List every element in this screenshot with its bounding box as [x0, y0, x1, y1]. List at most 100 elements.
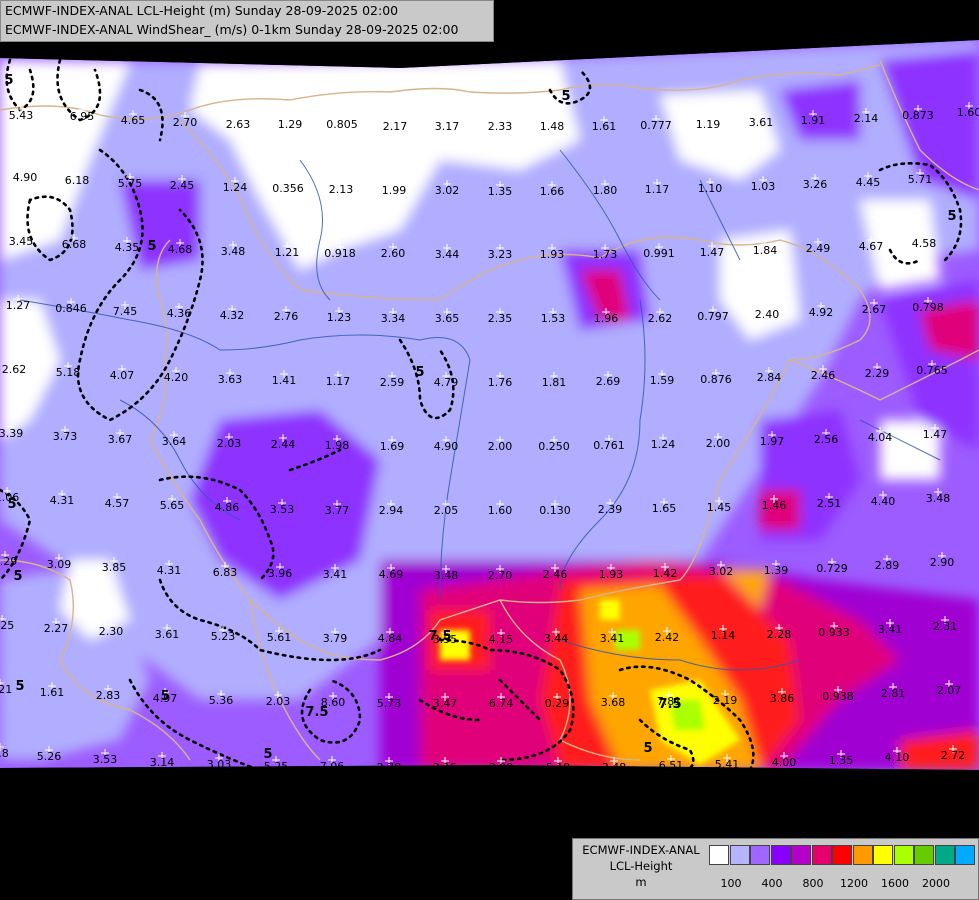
grid-value-label: 3.44: [435, 248, 460, 261]
grid-value-label: 0.761: [593, 439, 625, 452]
grid-value-label: 3.53: [270, 503, 295, 516]
contour-label: 5: [561, 89, 570, 104]
grid-value-label: 0.846: [55, 302, 87, 315]
grid-value-label: 4.90: [13, 171, 38, 184]
grid-value-label: 4.58: [912, 237, 937, 250]
grid-value-label: 2.45: [170, 179, 195, 192]
grid-value-label: 3.34: [381, 312, 406, 325]
grid-value-label: 4.67: [859, 240, 884, 253]
grid-value-label: 2.07: [937, 684, 962, 697]
grid-value-label: 3.96: [268, 567, 293, 580]
grid-value-label: 4.90: [434, 440, 459, 453]
grid-value-label: 2.60: [381, 247, 406, 260]
grid-value-label: 5.10: [546, 761, 571, 774]
grid-value-label: 1.14: [711, 629, 736, 642]
grid-value-label: 3.86: [770, 692, 795, 705]
grid-value-label: 2.49: [806, 242, 831, 255]
grid-value-label: 1.47: [700, 246, 725, 259]
grid-value-label: 4.31: [157, 564, 182, 577]
grid-value-label: 1.17: [645, 183, 670, 196]
grid-value-label: 3.61: [749, 116, 774, 129]
grid-value-label: 3.79: [323, 632, 348, 645]
grid-value-label: 4.31: [50, 494, 75, 507]
grid-value-label: 1.81: [542, 376, 567, 389]
grid-value-label: 1.66: [540, 185, 565, 198]
contour-label: 5: [15, 679, 24, 694]
contour-label: 5: [7, 497, 16, 512]
grid-value-label: 2.69: [596, 375, 621, 388]
grid-value-label: 2.70: [173, 116, 198, 129]
grid-value-label: 3.85: [102, 561, 127, 574]
grid-value-label: 3.77: [325, 504, 350, 517]
contour-label: 5: [147, 239, 156, 254]
grid-value-label: 2.63: [226, 118, 251, 131]
grid-value-label: 0.729: [816, 562, 848, 575]
grid-value-label: 1.23: [327, 311, 352, 324]
legend-swatch: [914, 845, 934, 865]
grid-value-label: 2.42: [655, 631, 680, 644]
grid-value-label: 4.10: [885, 751, 910, 764]
grid-value-label: 2.19: [713, 694, 738, 707]
grid-value-label: 1.76: [488, 376, 513, 389]
legend-swatch: [729, 845, 750, 865]
grid-value-label: 1.19: [696, 118, 721, 131]
grid-value-label: 1.84: [753, 244, 778, 257]
grid-value-label: 1.73: [593, 248, 618, 261]
grid-value-label: 0.933: [818, 626, 850, 639]
grid-value-label: 1.35: [829, 754, 854, 767]
legend-tick-label: 1600: [881, 877, 909, 890]
grid-value-label: 4.40: [871, 495, 896, 508]
grid-value-label: 1.93: [540, 248, 565, 261]
grid-value-label: 2.76: [274, 310, 299, 323]
grid-value-label: 4.36: [167, 307, 192, 320]
grid-value-label: 2.29: [865, 367, 890, 380]
grid-value-label: 3.67: [108, 433, 133, 446]
grid-value-label: 1.91: [801, 114, 826, 127]
grid-value-label: 0.356: [272, 182, 304, 195]
grid-value-label: 3.39: [0, 427, 23, 440]
grid-value-label: 2.46: [543, 568, 568, 581]
grid-value-label: 1.35: [488, 185, 513, 198]
grid-value-label: 1.69: [380, 440, 405, 453]
grid-value-label: 5.43: [9, 109, 34, 122]
grid-value-label: 3.41: [323, 568, 348, 581]
grid-value-label: 1.46: [762, 499, 787, 512]
grid-value-label: 2.89: [875, 559, 900, 572]
grid-value-label: 0.873: [902, 109, 934, 122]
grid-value-label: 1.47: [923, 428, 948, 441]
grid-value-label: 5.61: [267, 631, 292, 644]
grid-value-label: 0.765: [916, 364, 948, 377]
legend-swatch: [934, 845, 955, 865]
grid-value-label: 1.03: [751, 180, 776, 193]
grid-value-label: 1.17: [326, 375, 351, 388]
grid-value-label: 6.95: [70, 110, 95, 123]
grid-value-label: 1.41: [272, 374, 297, 387]
grid-value-label: 0.938: [822, 690, 854, 703]
grid-value-label: 6.68: [62, 238, 87, 251]
grid-value-label: 4.65: [121, 114, 146, 127]
contour-label: 7.5: [305, 705, 328, 720]
grid-value-label: 0.805: [326, 118, 358, 131]
header-line-2: ECMWF-INDEX-ANAL WindShear_ (m/s) 0-1km …: [5, 22, 459, 37]
contour-label: 5: [415, 365, 424, 380]
grid-value-label: 5.73: [377, 697, 402, 710]
grid-value-label: 4.45: [856, 176, 881, 189]
legend-swatch: [893, 845, 914, 865]
grid-value-label: 3.14: [150, 756, 175, 769]
grid-value-label: 3.41: [600, 632, 625, 645]
grid-value-label: 2.27: [44, 622, 69, 635]
legend-swatch: [873, 845, 893, 865]
grid-value-label: 6.74: [489, 697, 514, 710]
grid-value-label: 3.09: [489, 761, 514, 774]
grid-value-label: 3.02: [709, 565, 734, 578]
grid-value-label: 5.75: [118, 177, 143, 190]
grid-value-label: 2.72: [941, 749, 966, 762]
contour-label: 5: [263, 747, 272, 762]
grid-value-label: 1.61: [40, 686, 65, 699]
grid-value-label: 2.28: [767, 628, 792, 641]
grid-value-label: 2.56: [814, 433, 839, 446]
grid-value-label: 2.70: [488, 569, 513, 582]
grid-value-label: 3.45: [9, 235, 34, 248]
grid-value-label: 3.68: [601, 696, 626, 709]
grid-value-label: 5.71: [908, 173, 933, 186]
